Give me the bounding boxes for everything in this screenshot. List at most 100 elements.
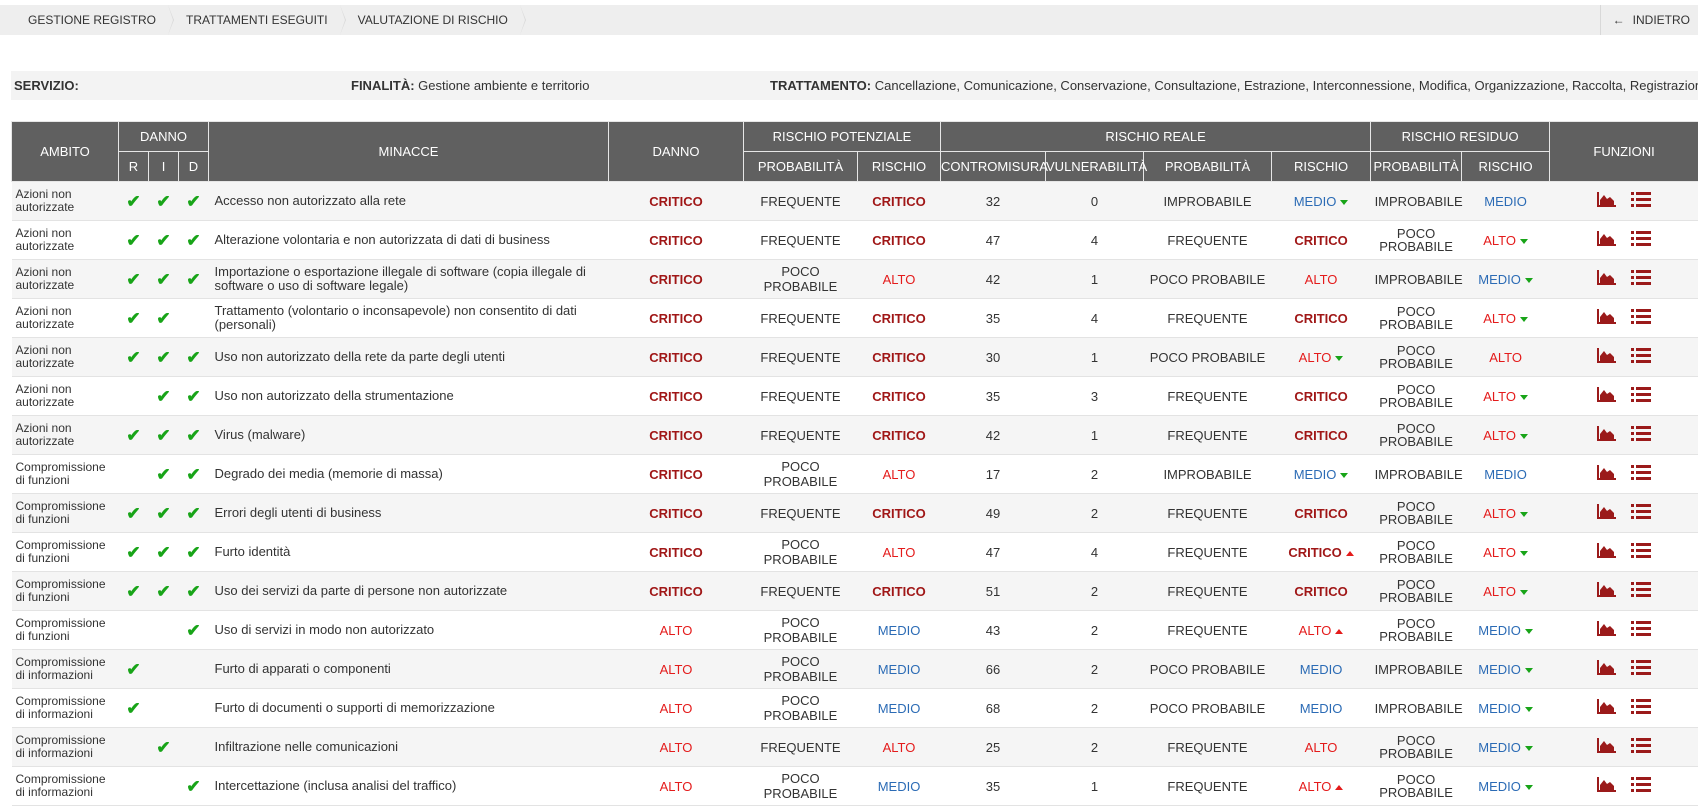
cell-ambito: Compromissione di informazioni <box>12 728 119 767</box>
cell-d: ✔ <box>179 182 209 221</box>
cell-real-probabilita: FREQUENTE <box>1144 728 1272 767</box>
cell-pot-probabilita: FREQUENTE <box>744 728 858 767</box>
area-chart-icon[interactable] <box>1597 425 1617 445</box>
cell-danno: ALTO <box>609 650 744 689</box>
area-chart-icon[interactable] <box>1597 269 1617 289</box>
cell-real-rischio: CRITICO <box>1272 416 1371 455</box>
finalita-label: FINALITÀ: <box>351 78 415 93</box>
cell-pot-probabilita: POCO PROBABILE <box>744 533 858 572</box>
caret-down-icon <box>1520 239 1528 244</box>
cell-res-probabilita: POCO PROBABILE <box>1371 377 1462 416</box>
list-icon[interactable] <box>1631 698 1651 718</box>
area-chart-icon[interactable] <box>1597 191 1617 211</box>
area-chart-icon[interactable] <box>1597 503 1617 523</box>
cell-pot-rischio: MEDIO <box>858 689 941 728</box>
cell-contromisura: 35 <box>941 767 1046 806</box>
cell-real-rischio: ALTO <box>1272 767 1371 806</box>
cell-contromisura: 42 <box>941 416 1046 455</box>
list-icon[interactable] <box>1631 620 1651 640</box>
table-row: Azioni non autorizzate ✔ ✔ ✔ Virus (malw… <box>12 416 1698 455</box>
list-icon[interactable] <box>1631 191 1651 211</box>
area-chart-icon[interactable] <box>1597 737 1617 757</box>
cell-res-probabilita: IMPROBABILE <box>1371 182 1462 221</box>
breadcrumb-item-gestione-registro[interactable]: GESTIONE REGISTRO <box>0 5 170 35</box>
cell-pot-probabilita: FREQUENTE <box>744 338 858 377</box>
cell-contromisura: 68 <box>941 689 1046 728</box>
check-icon: ✔ <box>126 192 140 211</box>
check-icon: ✔ <box>156 387 170 406</box>
caret-down-icon <box>1520 551 1528 556</box>
list-icon[interactable] <box>1631 464 1651 484</box>
caret-down-icon <box>1525 746 1533 751</box>
area-chart-icon[interactable] <box>1597 347 1617 367</box>
cell-res-probabilita: POCO PROBABILE <box>1371 533 1462 572</box>
list-icon[interactable] <box>1631 308 1651 328</box>
cell-funzioni <box>1550 260 1698 299</box>
list-icon[interactable] <box>1631 542 1651 562</box>
cell-real-probabilita: FREQUENTE <box>1144 767 1272 806</box>
cell-i: ✔ <box>149 299 179 338</box>
area-chart-icon[interactable] <box>1597 698 1617 718</box>
cell-vulnerabilita: 4 <box>1046 221 1144 260</box>
cell-vulnerabilita: 0 <box>1046 182 1144 221</box>
table-row: Azioni non autorizzate ✔ ✔ Trattamento (… <box>12 299 1698 338</box>
list-icon[interactable] <box>1631 776 1651 796</box>
list-icon[interactable] <box>1631 386 1651 406</box>
list-icon[interactable] <box>1631 425 1651 445</box>
cell-minaccia: Infiltrazione nelle comunicazioni <box>209 728 609 767</box>
cell-real-rischio: CRITICO <box>1272 572 1371 611</box>
area-chart-icon[interactable] <box>1597 542 1617 562</box>
cell-danno: ALTO <box>609 728 744 767</box>
cell-res-probabilita: IMPROBABILE <box>1371 650 1462 689</box>
breadcrumb-item-trattamenti-eseguiti[interactable]: TRATTAMENTI ESEGUITI <box>170 5 342 35</box>
table-row: Compromissione di funzioni ✔ ✔ ✔ Uso dei… <box>12 572 1698 611</box>
list-icon[interactable] <box>1631 659 1651 679</box>
cell-d: ✔ <box>179 767 209 806</box>
area-chart-icon[interactable] <box>1597 386 1617 406</box>
area-chart-icon[interactable] <box>1597 659 1617 679</box>
back-label: INDIETRO <box>1633 13 1690 27</box>
cell-real-probabilita: FREQUENTE <box>1144 533 1272 572</box>
cell-real-rischio: ALTO <box>1272 260 1371 299</box>
cell-vulnerabilita: 4 <box>1046 533 1144 572</box>
cell-vulnerabilita: 1 <box>1046 260 1144 299</box>
back-button[interactable]: ←INDIETRO <box>1600 5 1698 35</box>
list-icon[interactable] <box>1631 581 1651 601</box>
cell-funzioni <box>1550 728 1698 767</box>
list-icon[interactable] <box>1631 230 1651 250</box>
table-row: Compromissione di funzioni ✔ ✔ ✔ Furto i… <box>12 533 1698 572</box>
breadcrumb-item-valutazione-di-rischio[interactable]: VALUTAZIONE DI RISCHIO <box>342 5 522 35</box>
area-chart-icon[interactable] <box>1597 620 1617 640</box>
list-icon[interactable] <box>1631 347 1651 367</box>
caret-down-icon <box>1520 512 1528 517</box>
cell-danno: CRITICO <box>609 182 744 221</box>
servizio-label: SERVIZIO: <box>14 78 79 93</box>
cell-res-probabilita: POCO PROBABILE <box>1371 728 1462 767</box>
area-chart-icon[interactable] <box>1597 230 1617 250</box>
cell-d: ✔ <box>179 494 209 533</box>
list-icon[interactable] <box>1631 503 1651 523</box>
list-icon[interactable] <box>1631 737 1651 757</box>
header-danno-group: DANNO <box>119 122 209 152</box>
check-icon: ✔ <box>156 426 170 445</box>
area-chart-icon[interactable] <box>1597 581 1617 601</box>
table-row: Azioni non autorizzate ✔ ✔ Uso non autor… <box>12 377 1698 416</box>
area-chart-icon[interactable] <box>1597 464 1617 484</box>
cell-res-rischio: MEDIO <box>1462 182 1550 221</box>
list-icon[interactable] <box>1631 269 1651 289</box>
cell-real-rischio: MEDIO <box>1272 650 1371 689</box>
cell-vulnerabilita: 2 <box>1046 572 1144 611</box>
cell-real-probabilita: IMPROBABILE <box>1144 182 1272 221</box>
cell-r <box>119 455 149 494</box>
area-chart-icon[interactable] <box>1597 776 1617 796</box>
cell-funzioni <box>1550 533 1698 572</box>
cell-vulnerabilita: 2 <box>1046 689 1144 728</box>
cell-contromisura: 47 <box>941 533 1046 572</box>
area-chart-icon[interactable] <box>1597 308 1617 328</box>
cell-real-probabilita: FREQUENTE <box>1144 377 1272 416</box>
check-icon: ✔ <box>156 543 170 562</box>
cell-pot-rischio: MEDIO <box>858 611 941 650</box>
cell-minaccia: Accesso non autorizzato alla rete <box>209 182 609 221</box>
cell-minaccia: Furto di documenti o supporti di memoriz… <box>209 689 609 728</box>
header-i: I <box>149 152 179 182</box>
